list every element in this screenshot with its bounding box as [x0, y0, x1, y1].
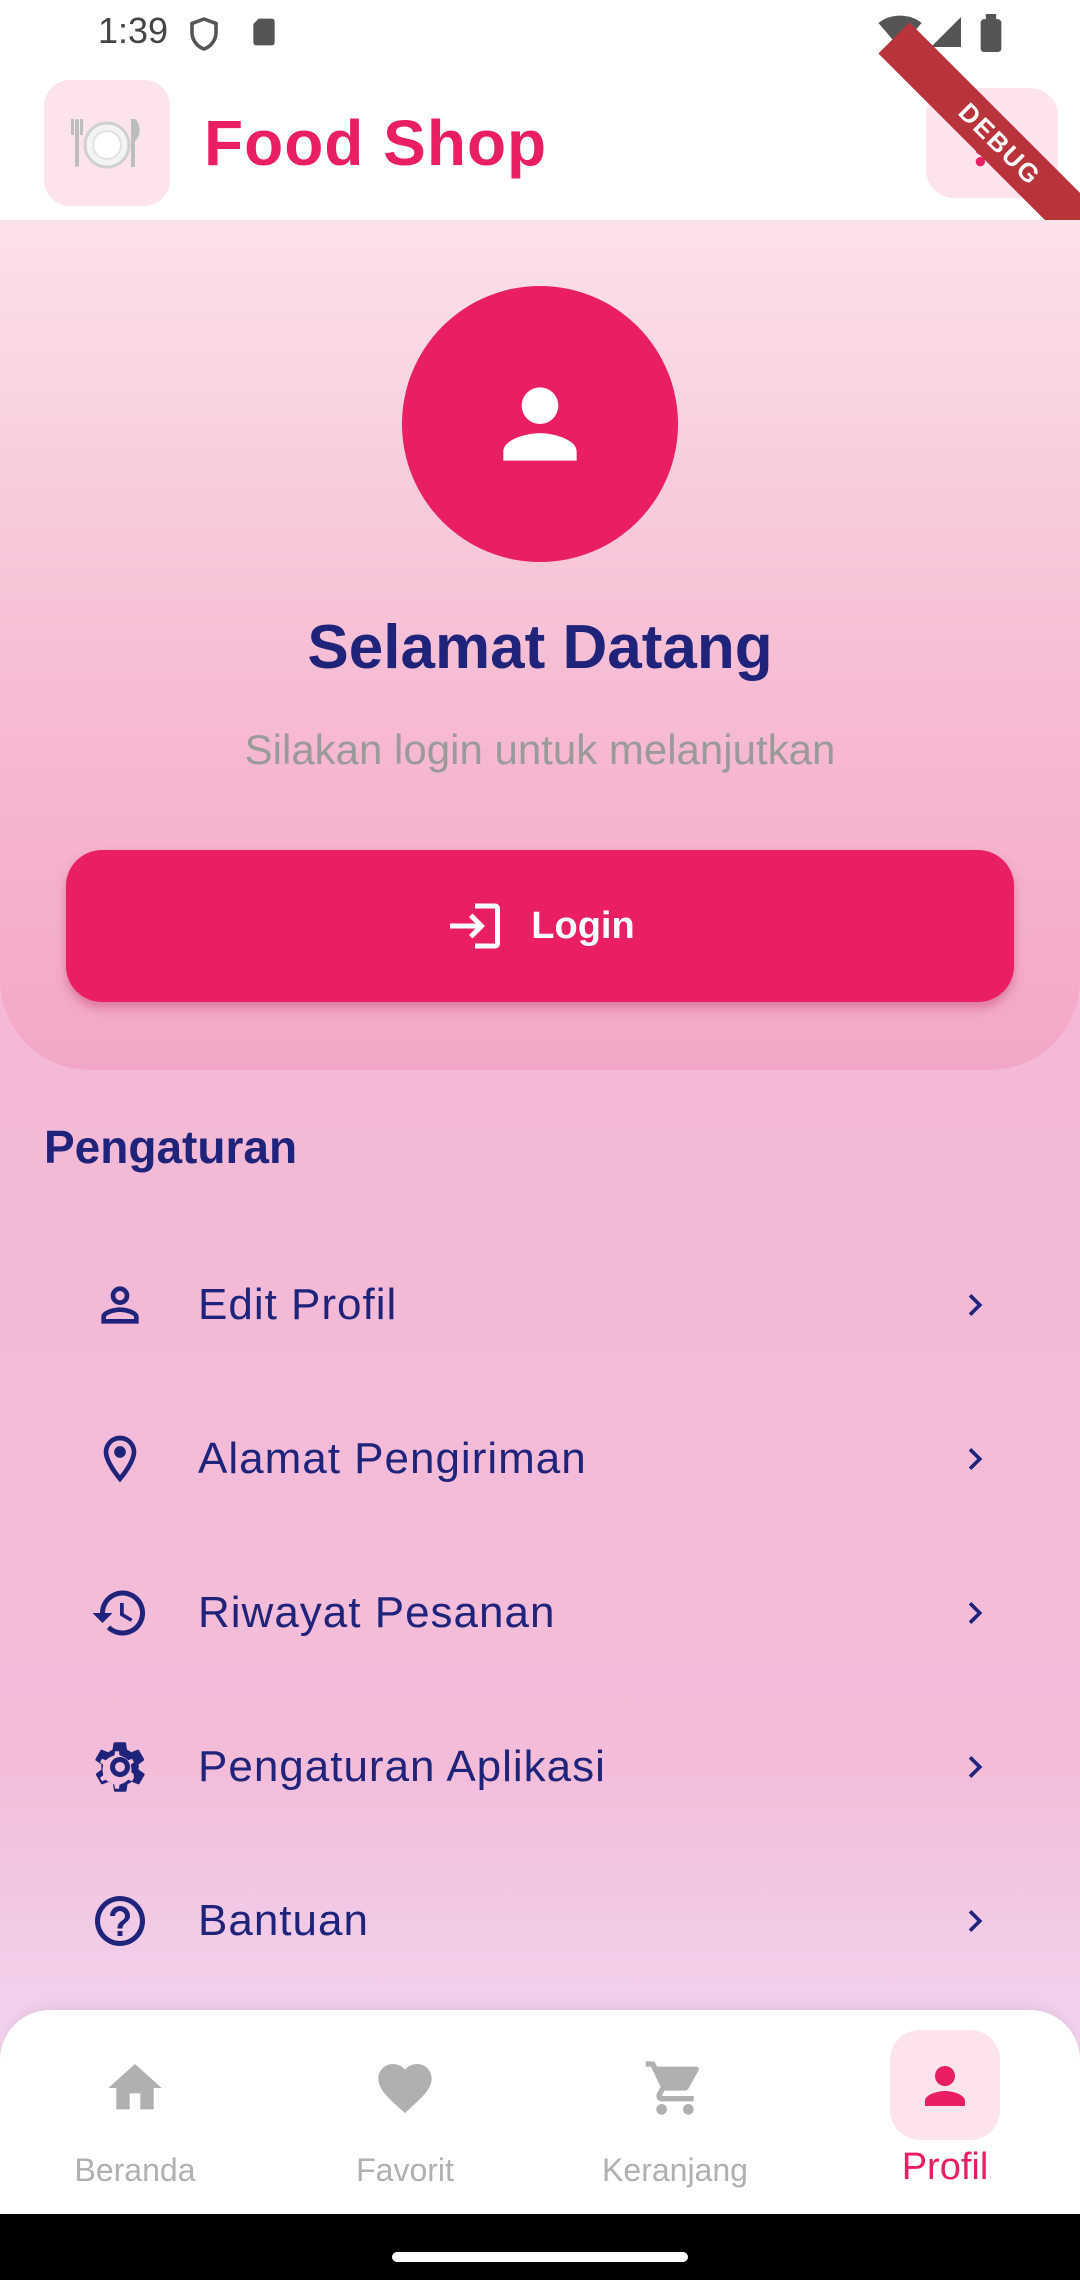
gear-icon — [60, 1737, 180, 1797]
avatar — [402, 286, 678, 562]
chevron-right-icon — [930, 1437, 1020, 1481]
person-icon — [503, 387, 577, 461]
history-icon — [60, 1583, 180, 1643]
nav-label: Keranjang — [602, 2152, 748, 2188]
menu-item-bantuan[interactable]: Bantuan — [60, 1846, 1020, 1996]
welcome-heading: Selamat Datang — [307, 613, 773, 682]
person-outline-icon — [60, 1277, 180, 1333]
menu-label: Alamat Pengiriman — [198, 1434, 587, 1483]
menu-item-alamat-pengiriman[interactable]: Alamat Pengiriman — [60, 1384, 1020, 1534]
menu-item-pengaturan-aplikasi[interactable]: Pengaturan Aplikasi — [60, 1692, 1020, 1842]
shield-icon — [186, 14, 222, 59]
settings-title: Pengaturan — [44, 1121, 298, 1173]
nav-label: Beranda — [74, 2152, 196, 2188]
help-circle-icon — [60, 1891, 180, 1951]
plate-cutlery-icon — [44, 80, 170, 206]
menu-item-riwayat-pesanan[interactable]: Riwayat Pesanan — [60, 1538, 1020, 1688]
nav-label: Favorit — [356, 2152, 454, 2188]
menu-item-edit-profil[interactable]: Edit Profil — [60, 1230, 1020, 1380]
location-pin-icon — [60, 1431, 180, 1487]
sd-card-icon — [248, 14, 280, 55]
nav-label: Profil — [901, 2146, 989, 2188]
home-icon — [0, 2056, 270, 2120]
menu-label: Bantuan — [198, 1896, 369, 1945]
person-icon — [810, 2056, 1080, 2116]
heart-icon — [270, 2056, 540, 2120]
login-label: Login — [531, 904, 635, 947]
chevron-right-icon — [930, 1283, 1020, 1327]
system-navigation-bar — [0, 2214, 1080, 2280]
login-icon — [450, 903, 501, 949]
chevron-right-icon — [930, 1591, 1020, 1635]
login-button[interactable]: Login — [66, 850, 1014, 1002]
cart-icon — [540, 2056, 810, 2120]
battery-icon — [980, 14, 1002, 57]
login-subtitle: Silakan login untuk melanjutkan — [244, 726, 836, 773]
status-time: 1:39 — [98, 10, 169, 51]
menu-label: Riwayat Pesanan — [198, 1588, 556, 1637]
home-gesture-handle[interactable] — [392, 2252, 688, 2262]
nav-item-keranjang[interactable]: Keranjang — [540, 2010, 810, 2214]
app-title: Food Shop — [204, 107, 548, 179]
nav-item-profil[interactable]: Profil — [810, 2010, 1080, 2214]
profile-header-card: Selamat Datang Silakan login untuk melan… — [0, 220, 1080, 1070]
menu-label: Edit Profil — [198, 1280, 398, 1329]
menu-label: Pengaturan Aplikasi — [198, 1742, 606, 1791]
nav-item-favorit[interactable]: Favorit — [270, 2010, 540, 2214]
nav-item-beranda[interactable]: Beranda — [0, 2010, 270, 2214]
chevron-right-icon — [930, 1745, 1020, 1789]
app-bar: Food Shop DEBUG — [0, 22, 1080, 266]
chevron-right-icon — [930, 1899, 1020, 1943]
bottom-navigation: Beranda Favorit Keranjang Profil — [0, 2010, 1080, 2214]
